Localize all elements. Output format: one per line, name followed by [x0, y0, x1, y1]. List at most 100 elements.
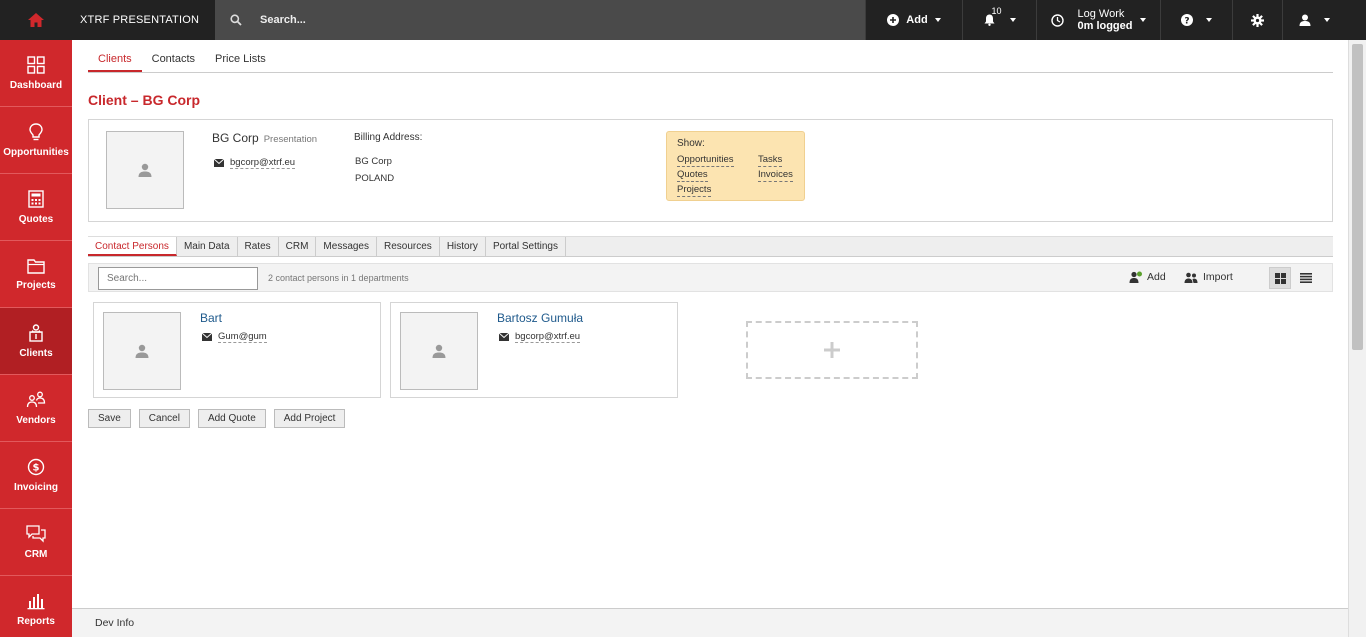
- sidebar-item-label: CRM: [24, 548, 48, 560]
- svg-text:?: ?: [1184, 16, 1189, 26]
- chevron-down-icon: [1206, 18, 1212, 22]
- help-button[interactable]: ?: [1160, 0, 1232, 40]
- dev-info-label: Dev Info: [95, 617, 135, 629]
- global-search-input[interactable]: [260, 14, 660, 26]
- chevron-down-icon: [1009, 18, 1016, 22]
- grid-view-toggle[interactable]: [1269, 267, 1291, 289]
- sidebar-item-invoicing[interactable]: $ Invoicing: [0, 442, 72, 509]
- show-tasks-link[interactable]: Tasks: [758, 154, 783, 167]
- calculator-icon: [28, 189, 44, 208]
- sidebar-item-label: Opportunities: [3, 146, 69, 158]
- add-user-icon: [1129, 271, 1142, 283]
- tab-portal-settings[interactable]: Portal Settings: [486, 237, 566, 256]
- add-project-button[interactable]: Add Project: [273, 409, 346, 428]
- tab-history[interactable]: History: [440, 237, 486, 256]
- sidebar-item-label: Quotes: [18, 213, 54, 225]
- envelope-icon: [499, 333, 509, 341]
- sidebar-item-dashboard[interactable]: Dashboard: [0, 40, 72, 107]
- folder-icon: [27, 258, 45, 274]
- contact-email-link[interactable]: Gum@gum: [218, 331, 267, 343]
- add-contact-card[interactable]: [746, 321, 918, 379]
- vendors-icon: [26, 391, 46, 407]
- dev-info-bar[interactable]: Dev Info: [72, 608, 1348, 637]
- contact-email-row: Gum@gum: [202, 331, 267, 343]
- bar-chart-icon: [27, 594, 45, 610]
- show-invoices-link[interactable]: Invoices: [758, 169, 793, 182]
- clock-icon: [1051, 13, 1065, 27]
- billing-address-line-2: POLAND: [355, 173, 395, 184]
- tab-clients[interactable]: Clients: [88, 52, 142, 72]
- sidebar-item-crm[interactable]: CRM: [0, 509, 72, 576]
- client-tag: Presentation: [263, 134, 318, 145]
- show-opportunities-link[interactable]: Opportunities: [677, 154, 734, 167]
- gear-icon: [1251, 13, 1264, 27]
- app-brand[interactable]: XTRF PRESENTATION: [72, 0, 215, 40]
- list-icon: [1300, 273, 1312, 283]
- log-work-button[interactable]: Log Work 0m logged: [1036, 0, 1160, 40]
- user-menu-button[interactable]: [1282, 0, 1346, 40]
- envelope-icon: [214, 159, 224, 167]
- tab-main-data[interactable]: Main Data: [177, 237, 238, 256]
- client-name-row: BG Corp Presentation: [212, 131, 317, 145]
- add-contact-button[interactable]: Add: [1129, 271, 1166, 283]
- page-scrollbar[interactable]: [1348, 40, 1366, 637]
- sidebar-item-quotes[interactable]: Quotes: [0, 174, 72, 241]
- person-placeholder-icon: [432, 344, 446, 358]
- user-icon: [1299, 14, 1311, 26]
- notifications-button[interactable]: 10: [962, 0, 1036, 40]
- add-menu-button[interactable]: Add: [865, 0, 962, 40]
- sidebar-item-label: Reports: [17, 616, 55, 627]
- sidebar-item-opportunities[interactable]: Opportunities: [0, 107, 72, 174]
- show-label: Show:: [677, 138, 705, 149]
- list-view-toggle[interactable]: [1295, 267, 1317, 289]
- tab-crm[interactable]: CRM: [279, 237, 317, 256]
- sidebar-item-label: Clients: [19, 347, 53, 359]
- tab-rates[interactable]: Rates: [238, 237, 279, 256]
- tab-price-lists[interactable]: Price Lists: [205, 52, 276, 72]
- log-work-title: Log Work: [1077, 8, 1125, 20]
- client-email-link[interactable]: bgcorp@xtrf.eu: [230, 157, 296, 169]
- content-tabs: Contact Persons Main Data Rates CRM Mess…: [88, 236, 1333, 257]
- show-quotes-link[interactable]: Quotes: [677, 169, 708, 182]
- add-menu-label: Add: [906, 14, 928, 26]
- scrollbar-thumb[interactable]: [1352, 44, 1363, 350]
- global-search: [215, 0, 865, 40]
- tab-resources[interactable]: Resources: [377, 237, 440, 256]
- tab-messages[interactable]: Messages: [316, 237, 377, 256]
- sidebar-item-vendors[interactable]: Vendors: [0, 375, 72, 442]
- contact-name-link[interactable]: Bart: [200, 311, 222, 325]
- add-quote-button[interactable]: Add Quote: [197, 409, 266, 428]
- home-button[interactable]: [0, 0, 72, 40]
- import-contacts-label: Import: [1203, 271, 1233, 283]
- chevron-down-icon: [934, 18, 941, 22]
- grid-icon: [1274, 272, 1286, 284]
- contact-card[interactable]: Bart Gum@gum: [93, 302, 381, 398]
- tab-contact-persons[interactable]: Contact Persons: [88, 237, 177, 256]
- notifications-count: 10: [991, 6, 1002, 16]
- client-avatar[interactable]: [106, 131, 184, 209]
- add-contact-label: Add: [1147, 271, 1166, 283]
- show-projects-link[interactable]: Projects: [677, 184, 712, 197]
- contact-email-row: bgcorp@xtrf.eu: [499, 331, 581, 343]
- dollar-icon: $: [27, 458, 45, 475]
- contact-card[interactable]: Bartosz Gumuła bgcorp@xtrf.eu: [390, 302, 678, 398]
- lightbulb-icon: [29, 122, 43, 140]
- sidebar-item-label: Dashboard: [9, 79, 63, 91]
- contact-name-link[interactable]: Bartosz Gumuła: [497, 311, 583, 325]
- form-actions: Save Cancel Add Quote Add Project: [88, 409, 346, 428]
- sidebar-item-projects[interactable]: Projects: [0, 241, 72, 308]
- cancel-button[interactable]: Cancel: [138, 409, 190, 428]
- save-button[interactable]: Save: [88, 409, 131, 428]
- person-placeholder-icon: [135, 344, 149, 358]
- sidebar-item-label: Projects: [16, 279, 56, 291]
- contact-search-input[interactable]: [98, 267, 258, 290]
- sidebar: Dashboard Opportunities Quotes Projects …: [0, 40, 72, 637]
- envelope-icon: [202, 333, 212, 341]
- sidebar-item-reports[interactable]: Reports: [0, 576, 72, 637]
- contact-email-link[interactable]: bgcorp@xtrf.eu: [515, 331, 581, 343]
- settings-button[interactable]: [1232, 0, 1282, 40]
- billing-address-label: Billing Address:: [354, 132, 423, 143]
- sidebar-item-clients[interactable]: Clients: [0, 308, 72, 375]
- tab-contacts[interactable]: Contacts: [142, 52, 205, 72]
- import-contacts-button[interactable]: Import: [1184, 271, 1233, 283]
